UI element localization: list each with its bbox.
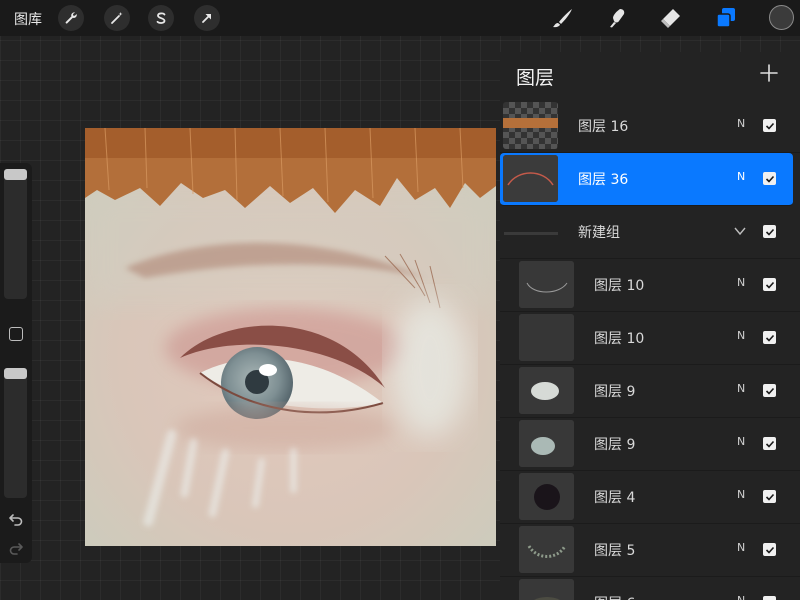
visibility-checkbox[interactable] — [763, 331, 776, 344]
blend-mode-button[interactable]: N — [737, 488, 745, 501]
blend-mode-button[interactable]: N — [737, 170, 745, 183]
paint-brush-icon[interactable] — [549, 4, 577, 32]
layer-thumbnail[interactable] — [519, 473, 574, 520]
visibility-checkbox[interactable] — [763, 225, 776, 238]
blend-mode-button[interactable]: N — [737, 276, 745, 289]
layers-panel: 图层 图层 16 N 图层 36 N 新建组图层 10 N 图层 10 N 图层 9 N 图层 9 N… — [500, 52, 800, 600]
visibility-checkbox[interactable] — [763, 384, 776, 397]
layer-row[interactable]: 图层 10 N — [500, 312, 800, 365]
layer-name: 图层 16 — [578, 119, 629, 135]
left-sidebar — [0, 163, 32, 563]
layer-name: 图层 36 — [578, 172, 629, 188]
visibility-checkbox[interactable] — [763, 278, 776, 291]
layer-name: 图层 5 — [594, 543, 636, 559]
undo-icon[interactable] — [7, 510, 25, 528]
opacity-slider-thumb[interactable] — [4, 368, 27, 379]
layer-thumbnail[interactable] — [519, 420, 574, 467]
actions-wrench-icon[interactable] — [58, 5, 84, 31]
layer-thumbnail[interactable] — [519, 314, 574, 361]
layer-name: 图层 4 — [594, 490, 636, 506]
modify-button[interactable] — [9, 327, 23, 341]
layer-row[interactable]: 图层 9 N — [500, 418, 800, 471]
visibility-checkbox[interactable] — [763, 490, 776, 503]
layer-name: 图层 6 — [594, 593, 635, 600]
group-divider-line — [504, 232, 558, 235]
layer-thumbnail[interactable] — [519, 261, 574, 308]
top-toolbar: 图库 — [0, 0, 800, 36]
blend-mode-button[interactable]: N — [737, 541, 745, 554]
layer-row[interactable]: 图层 10 N — [500, 259, 800, 312]
visibility-checkbox[interactable] — [763, 437, 776, 450]
checkmark-icon — [765, 387, 774, 395]
canvas-artwork[interactable] — [85, 128, 496, 546]
brush-size-slider-thumb[interactable] — [4, 169, 27, 180]
color-swatch[interactable] — [769, 5, 794, 30]
blend-mode-button[interactable]: N — [737, 435, 745, 448]
layer-name: 图层 9 — [594, 384, 636, 400]
adjustments-magic-wand-icon[interactable] — [104, 5, 130, 31]
chevron-down-icon[interactable] — [732, 223, 748, 239]
checkmark-icon — [765, 281, 774, 289]
blend-mode-button[interactable]: N — [737, 382, 745, 395]
smudge-icon[interactable] — [603, 4, 631, 32]
opacity-slider[interactable] — [4, 368, 27, 498]
layer-name: 新建组 — [578, 225, 620, 241]
transform-arrow-cursor-icon[interactable] — [194, 5, 220, 31]
visibility-checkbox[interactable] — [763, 543, 776, 556]
layer-name: 图层 9 — [594, 437, 636, 453]
redo-icon[interactable] — [7, 539, 25, 557]
layer-row[interactable]: 图层 36 N — [500, 153, 793, 206]
layer-thumbnail[interactable] — [519, 526, 574, 573]
selection-s-icon[interactable] — [148, 5, 174, 31]
checkmark-icon — [765, 122, 774, 130]
layer-name: 图层 10 — [594, 278, 645, 294]
blend-mode-button[interactable]: N — [737, 329, 745, 342]
blend-mode-button[interactable]: N — [737, 594, 745, 600]
layer-row[interactable]: 图层 9 N — [500, 365, 800, 418]
layer-thumbnail[interactable] — [519, 367, 574, 414]
checkmark-icon — [765, 334, 774, 342]
layer-thumbnail[interactable] — [519, 579, 574, 600]
visibility-checkbox[interactable] — [763, 596, 776, 600]
visibility-checkbox[interactable] — [763, 119, 776, 132]
artwork-illustration — [85, 128, 496, 546]
checkmark-icon — [765, 228, 774, 236]
checkmark-icon — [765, 175, 774, 183]
checkmark-icon — [765, 546, 774, 554]
layer-row[interactable]: 图层 16 N — [500, 100, 800, 153]
visibility-checkbox[interactable] — [763, 172, 776, 185]
layer-row[interactable]: 图层 4 N — [500, 471, 800, 524]
gallery-button[interactable]: 图库 — [14, 9, 42, 29]
layers-icon[interactable] — [712, 4, 740, 32]
brush-size-slider[interactable] — [4, 169, 27, 299]
layer-thumbnail[interactable] — [503, 155, 558, 202]
layer-row[interactable]: 图层 6 N — [500, 577, 800, 600]
layer-group-row[interactable]: 新建组 — [500, 206, 800, 259]
add-layer-plus-icon[interactable] — [758, 62, 780, 84]
blend-mode-button[interactable]: N — [737, 117, 745, 130]
layers-panel-title: 图层 — [516, 67, 555, 89]
layer-name: 图层 10 — [594, 331, 645, 347]
eraser-icon[interactable] — [657, 4, 685, 32]
checkmark-icon — [765, 493, 774, 501]
checkmark-icon — [765, 440, 774, 448]
layer-row[interactable]: 图层 5 N — [500, 524, 800, 577]
layer-thumbnail[interactable] — [503, 102, 558, 149]
